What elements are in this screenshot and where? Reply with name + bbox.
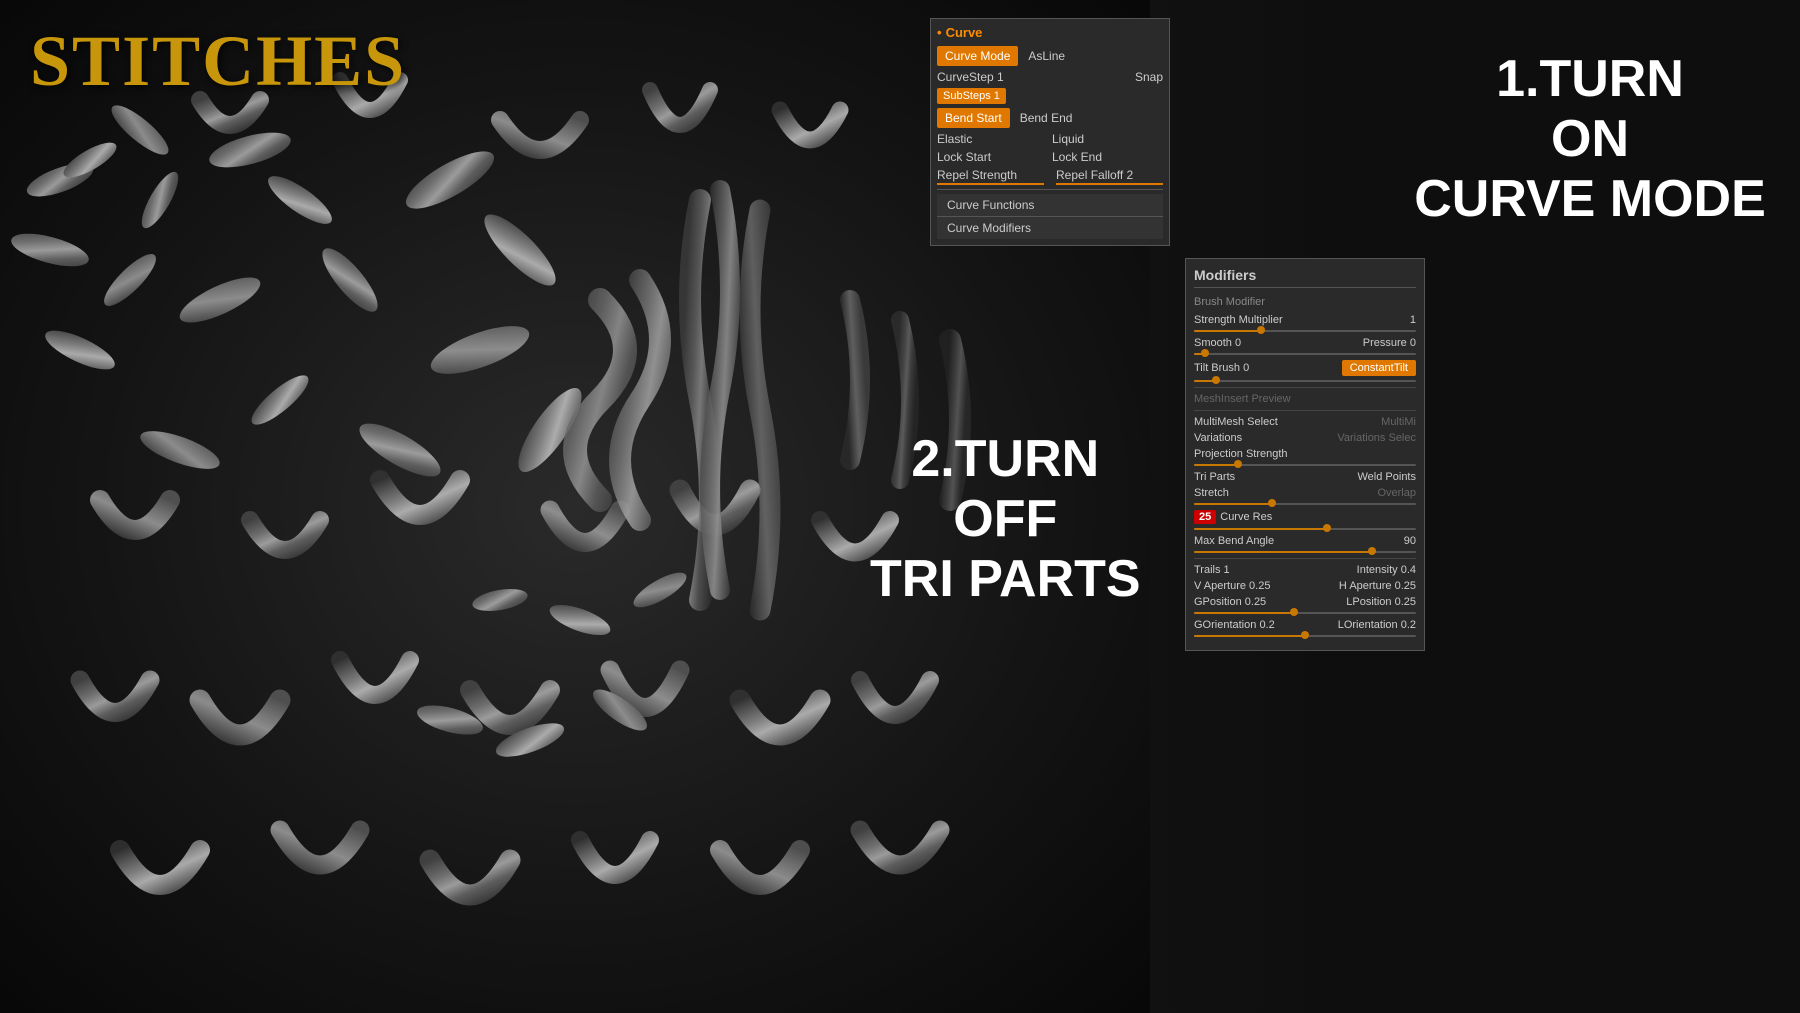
liquid-label: Liquid	[1052, 132, 1163, 146]
instruction-2-line2: OFF	[953, 490, 1057, 548]
max-bend-angle-label: Max Bend Angle	[1194, 535, 1400, 547]
curve-res-label: Curve Res	[1220, 511, 1416, 523]
overlap-slider[interactable]	[1194, 503, 1416, 505]
max-bend-angle-value: 90	[1404, 535, 1416, 547]
gorientation-label: GOrientation 0.2	[1194, 619, 1305, 631]
repel-falloff-label: Repel Falloff 2	[1056, 168, 1163, 185]
instruction-2-line3: TRI PARTS	[870, 550, 1141, 608]
modifiers-title: Modifiers	[1194, 267, 1416, 288]
position-slider[interactable]	[1194, 612, 1416, 614]
v-aperture-label: V Aperture 0.25	[1194, 580, 1305, 592]
overlap-label: Overlap	[1377, 487, 1416, 499]
max-bend-angle-slider[interactable]	[1194, 551, 1416, 553]
strength-multiplier-value: 1	[1410, 314, 1416, 326]
weld-points-label: Weld Points	[1305, 471, 1416, 483]
pressure-label: Pressure 0	[1305, 337, 1416, 349]
lock-end-label: Lock End	[1052, 150, 1163, 164]
elastic-label: Elastic	[937, 132, 1048, 146]
instruction-1-line2: ON	[1551, 110, 1629, 168]
lposition-label: LPosition 0.25	[1305, 596, 1416, 608]
variations-label: Variations	[1194, 432, 1337, 444]
curve-modifiers-button[interactable]: Curve Modifiers	[937, 217, 1163, 239]
smooth-slider[interactable]	[1194, 353, 1416, 355]
curve-step-label: CurveStep 1	[937, 70, 1048, 84]
tri-parts-label: Tri Parts	[1194, 471, 1305, 483]
intensity-label: Intensity 0.4	[1305, 564, 1416, 576]
curve-functions-button[interactable]: Curve Functions	[937, 194, 1163, 217]
instruction-2: 2.TURN OFF TRI PARTS	[870, 430, 1141, 609]
repel-strength-label: Repel Strength	[937, 168, 1044, 185]
orientation-slider[interactable]	[1194, 635, 1416, 637]
mesh-insert-preview-label: MeshInsert Preview	[1194, 393, 1291, 405]
instruction-2-line1: 2.TURN	[911, 430, 1099, 488]
strength-multiplier-slider[interactable]	[1194, 330, 1416, 332]
projection-strength-label: Projection Strength	[1194, 448, 1416, 460]
tilt-brush-label: Tilt Brush 0	[1194, 362, 1342, 374]
projection-strength-slider[interactable]	[1194, 464, 1416, 466]
snap-label: Snap	[1052, 70, 1163, 84]
lorientation-label: LOrientation 0.2	[1305, 619, 1416, 631]
gposition-label: GPosition 0.25	[1194, 596, 1305, 608]
strength-multiplier-label: Strength Multiplier	[1194, 314, 1406, 326]
modifiers-panel: Modifiers Brush Modifier Strength Multip…	[1185, 258, 1425, 651]
instruction-1-line3: CURVE MODE	[1414, 170, 1766, 228]
instruction-1: 1.TURN ON CURVE MODE	[1400, 50, 1780, 229]
tilt-brush-slider[interactable]	[1194, 380, 1416, 382]
brush-modifier-label: Brush Modifier	[1194, 296, 1416, 308]
lock-start-label: Lock Start	[937, 150, 1048, 164]
variations-select-label: Variations Selec	[1337, 432, 1416, 444]
h-aperture-label: H Aperture 0.25	[1305, 580, 1416, 592]
as-line-label: AsLine	[1022, 49, 1163, 63]
trails-label: Trails 1	[1194, 564, 1305, 576]
curve-panel: Curve Curve Mode AsLine CurveStep 1 Snap…	[930, 18, 1170, 246]
multimi-label: MultiMi	[1381, 416, 1416, 428]
curve-mode-button[interactable]: Curve Mode	[937, 46, 1018, 66]
constant-tilt-button[interactable]: ConstantTilt	[1342, 360, 1416, 376]
bend-start-button[interactable]: SubSteps 1	[937, 88, 1006, 104]
substeps-button[interactable]: Bend Start	[937, 108, 1010, 128]
multimesh-select-label: MultiMesh Select	[1194, 416, 1381, 428]
stitches-title: STITCHES	[30, 20, 406, 103]
bend-end-label: Bend End	[1014, 111, 1163, 125]
curve-res-slider[interactable]	[1194, 528, 1416, 530]
smooth-label: Smooth 0	[1194, 337, 1305, 349]
curve-res-badge: 25	[1194, 510, 1216, 524]
instruction-1-line1: 1.TURN	[1496, 50, 1684, 108]
stretch-label: Stretch	[1194, 487, 1377, 499]
curve-panel-title: Curve	[937, 25, 1163, 40]
